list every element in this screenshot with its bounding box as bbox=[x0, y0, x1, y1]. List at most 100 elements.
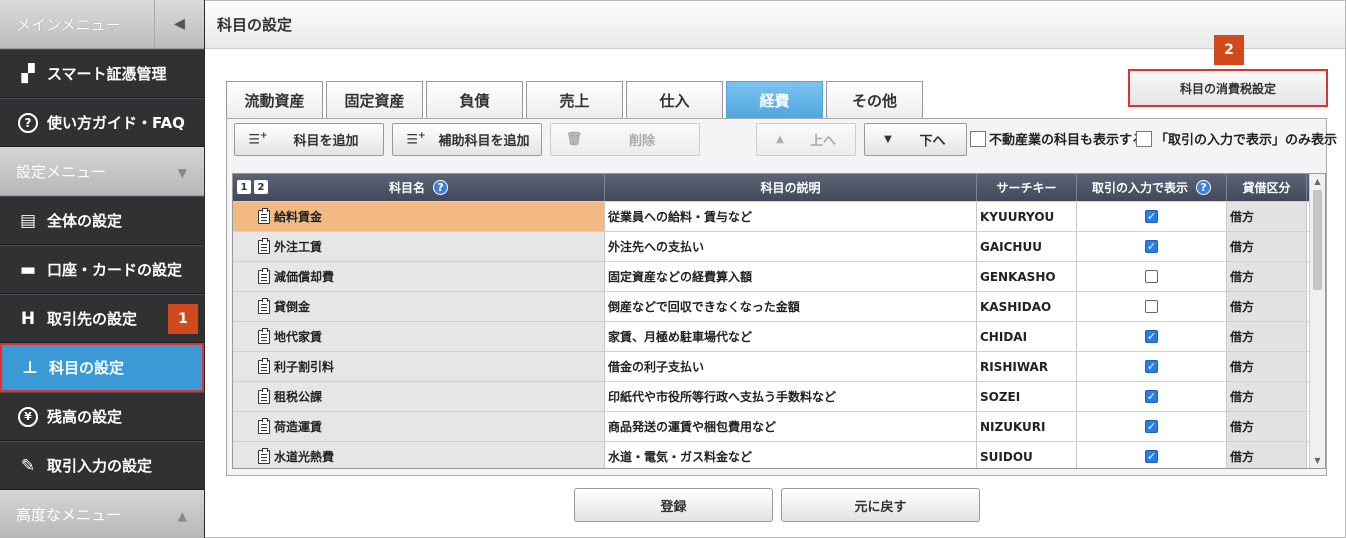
cell-description[interactable]: 倒産などで回収できなくなった金額 bbox=[605, 292, 977, 321]
yen-coin-icon: ¥ bbox=[17, 406, 39, 428]
help-icon[interactable]: ? bbox=[433, 180, 448, 195]
header-debit-credit[interactable]: 貸借区分 bbox=[1227, 174, 1307, 201]
cell-show-in-transaction[interactable]: ✓ bbox=[1077, 352, 1227, 381]
show-only-transaction-checkbox[interactable]: 「取引の入力で表示」のみ表示 bbox=[1136, 129, 1337, 148]
sidebar-item-account-settings[interactable]: ⊥ 科目の設定 bbox=[0, 343, 204, 392]
table-row[interactable]: 水道光熱費 水道・電気・ガス料金など SUIDOU ✓ 借方 bbox=[233, 441, 1325, 468]
cell-description[interactable]: 印紙代や市役所等行政へ支払う手数料など bbox=[605, 382, 977, 411]
level-2-button[interactable]: 2 bbox=[254, 180, 268, 194]
level-1-button[interactable]: 1 bbox=[237, 180, 251, 194]
sidebar-item-balance-settings[interactable]: ¥ 残高の設定 bbox=[0, 392, 204, 441]
cell-search-key[interactable]: RISHIWAR bbox=[977, 352, 1077, 381]
sidebar-item-account-card-settings[interactable]: ▬ 口座・カードの設定 bbox=[0, 245, 204, 294]
scroll-up-icon[interactable]: ▲ bbox=[1310, 174, 1325, 189]
cell-show-in-transaction[interactable]: ✓ bbox=[1077, 232, 1227, 261]
table-row[interactable]: 租税公課 印紙代や市役所等行政へ支払う手数料など SOZEI ✓ 借方 bbox=[233, 381, 1325, 411]
show-checkbox[interactable]: ✓ bbox=[1145, 450, 1158, 463]
cell-account-name[interactable]: 外注工賃 bbox=[233, 232, 605, 261]
help-icon[interactable]: ? bbox=[1196, 180, 1211, 195]
cell-account-name[interactable]: 荷造運賃 bbox=[233, 412, 605, 441]
document-icon bbox=[258, 267, 270, 284]
tab-liabilities[interactable]: 負債 bbox=[426, 81, 523, 119]
cell-description[interactable]: 借金の利子支払い bbox=[605, 352, 977, 381]
header-show-in-transaction[interactable]: 取引の入力で表示 ? bbox=[1077, 174, 1227, 201]
show-checkbox[interactable]: ✓ bbox=[1145, 210, 1158, 223]
delete-button[interactable]: 🗑 削除 bbox=[550, 123, 700, 156]
sidebar-item-general-settings[interactable]: ▤ 全体の設定 bbox=[0, 196, 204, 245]
sidebar-item-smart-receipt[interactable]: ▞ スマート証憑管理 bbox=[0, 49, 204, 98]
scroll-thumb[interactable] bbox=[1313, 190, 1322, 290]
cell-account-name[interactable]: 地代家賃 bbox=[233, 322, 605, 351]
cell-show-in-transaction[interactable]: ✓ bbox=[1077, 202, 1227, 231]
table-row[interactable]: 外注工賃 外注先への支払い GAICHUU ✓ 借方 bbox=[233, 231, 1325, 261]
cell-show-in-transaction[interactable] bbox=[1077, 262, 1227, 291]
tab-sales[interactable]: 売上 bbox=[526, 81, 623, 119]
add-account-button[interactable]: ☰+ 科目を追加 bbox=[234, 123, 384, 156]
table-row[interactable]: 貸倒金 倒産などで回収できなくなった金額 KASHIDAO 借方 bbox=[233, 291, 1325, 321]
show-checkbox[interactable]: ✓ bbox=[1145, 330, 1158, 343]
cell-account-name[interactable]: 利子割引料 bbox=[233, 352, 605, 381]
grid-scrollbar[interactable]: ▲ ▼ bbox=[1309, 174, 1325, 468]
cell-show-in-transaction[interactable]: ✓ bbox=[1077, 382, 1227, 411]
move-up-button[interactable]: ▲ 上へ bbox=[756, 123, 856, 156]
cell-account-name[interactable]: 給料賃金 bbox=[233, 202, 605, 231]
show-checkbox[interactable] bbox=[1145, 270, 1158, 283]
add-sub-account-button[interactable]: ☰+ 補助科目を追加 bbox=[392, 123, 542, 156]
cell-description[interactable]: 外注先への支払い bbox=[605, 232, 977, 261]
cell-search-key[interactable]: SUIDOU bbox=[977, 442, 1077, 468]
tab-purchases[interactable]: 仕入 bbox=[626, 81, 723, 119]
table-row[interactable]: 給料賃金 従業員への給料・賃与など KYUURYOU ✓ 借方 bbox=[233, 201, 1325, 231]
table-row[interactable]: 減価償却費 固定資産などの経費算入額 GENKASHO 借方 bbox=[233, 261, 1325, 291]
sidebar-item-partner-settings[interactable]: H 取引先の設定 1 bbox=[0, 294, 204, 343]
show-real-estate-checkbox[interactable]: 不動産業の科目も表示する bbox=[970, 129, 1145, 148]
header-search-key[interactable]: サーチキー bbox=[977, 174, 1077, 201]
show-checkbox[interactable]: ✓ bbox=[1145, 360, 1158, 373]
settings-menu-section[interactable]: 設定メニュー ▼ bbox=[0, 147, 204, 196]
revert-button[interactable]: 元に戻す bbox=[781, 488, 980, 522]
register-button[interactable]: 登録 bbox=[574, 488, 773, 522]
header-account-name[interactable]: 1 2 科目名 ? bbox=[233, 174, 605, 201]
show-checkbox[interactable]: ✓ bbox=[1145, 390, 1158, 403]
scroll-down-icon[interactable]: ▼ bbox=[1310, 453, 1325, 468]
cell-show-in-transaction[interactable]: ✓ bbox=[1077, 412, 1227, 441]
cell-search-key[interactable]: GENKASHO bbox=[977, 262, 1077, 291]
cell-show-in-transaction[interactable] bbox=[1077, 292, 1227, 321]
collapse-sidebar-button[interactable]: ◀ bbox=[154, 0, 204, 48]
table-row[interactable]: 利子割引料 借金の利子支払い RISHIWAR ✓ 借方 bbox=[233, 351, 1325, 381]
tab-expenses[interactable]: 経費 bbox=[726, 81, 823, 119]
cell-search-key[interactable]: SOZEI bbox=[977, 382, 1077, 411]
show-checkbox[interactable] bbox=[1145, 300, 1158, 313]
tab-others[interactable]: その他 bbox=[826, 81, 923, 119]
cell-search-key[interactable]: GAICHUU bbox=[977, 232, 1077, 261]
cell-description[interactable]: 家賃、月極め駐車場代など bbox=[605, 322, 977, 351]
cell-description[interactable]: 従業員への給料・賃与など bbox=[605, 202, 977, 231]
table-row[interactable]: 荷造運賃 商品発送の運賃や梱包費用など NIZUKURI ✓ 借方 bbox=[233, 411, 1325, 441]
cell-description[interactable]: 水道・電気・ガス料金など bbox=[605, 442, 977, 468]
show-checkbox[interactable]: ✓ bbox=[1145, 420, 1158, 433]
advanced-menu-section[interactable]: 高度なメニュー ▲ bbox=[0, 490, 204, 538]
cell-description[interactable]: 固定資産などの経費算入額 bbox=[605, 262, 977, 291]
cell-account-name[interactable]: 水道光熱費 bbox=[233, 442, 605, 468]
table-row[interactable]: 地代家賃 家賃、月極め駐車場代など CHIDAI ✓ 借方 bbox=[233, 321, 1325, 351]
cell-account-name[interactable]: 租税公課 bbox=[233, 382, 605, 411]
tab-fixed-assets[interactable]: 固定資産 bbox=[326, 81, 423, 119]
show-checkbox[interactable]: ✓ bbox=[1145, 240, 1158, 253]
checkbox[interactable] bbox=[1136, 130, 1152, 147]
cell-search-key[interactable]: KASHIDAO bbox=[977, 292, 1077, 321]
sidebar-item-guide-faq[interactable]: ? 使い方ガイド・FAQ bbox=[0, 98, 204, 147]
accounts-panel: ☰+ 科目を追加 ☰+ 補助科目を追加 🗑 削除 ▲ 上へ ▼ 下へ 不動産業の… bbox=[226, 118, 1337, 476]
cell-show-in-transaction[interactable]: ✓ bbox=[1077, 322, 1227, 351]
cell-description[interactable]: 商品発送の運賃や梱包費用など bbox=[605, 412, 977, 441]
tax-settings-button[interactable]: 科目の消費税設定 bbox=[1128, 69, 1328, 107]
sidebar-item-transaction-input-settings[interactable]: ✎ 取引入力の設定 bbox=[0, 441, 204, 490]
cell-search-key[interactable]: KYUURYOU bbox=[977, 202, 1077, 231]
cell-account-name[interactable]: 貸倒金 bbox=[233, 292, 605, 321]
move-down-button[interactable]: ▼ 下へ bbox=[864, 123, 967, 156]
tab-current-assets[interactable]: 流動資産 bbox=[226, 81, 323, 119]
cell-search-key[interactable]: NIZUKURI bbox=[977, 412, 1077, 441]
checkbox[interactable] bbox=[970, 130, 986, 147]
cell-account-name[interactable]: 減価償却費 bbox=[233, 262, 605, 291]
header-description[interactable]: 科目の説明 bbox=[605, 174, 977, 201]
cell-show-in-transaction[interactable]: ✓ bbox=[1077, 442, 1227, 468]
cell-search-key[interactable]: CHIDAI bbox=[977, 322, 1077, 351]
